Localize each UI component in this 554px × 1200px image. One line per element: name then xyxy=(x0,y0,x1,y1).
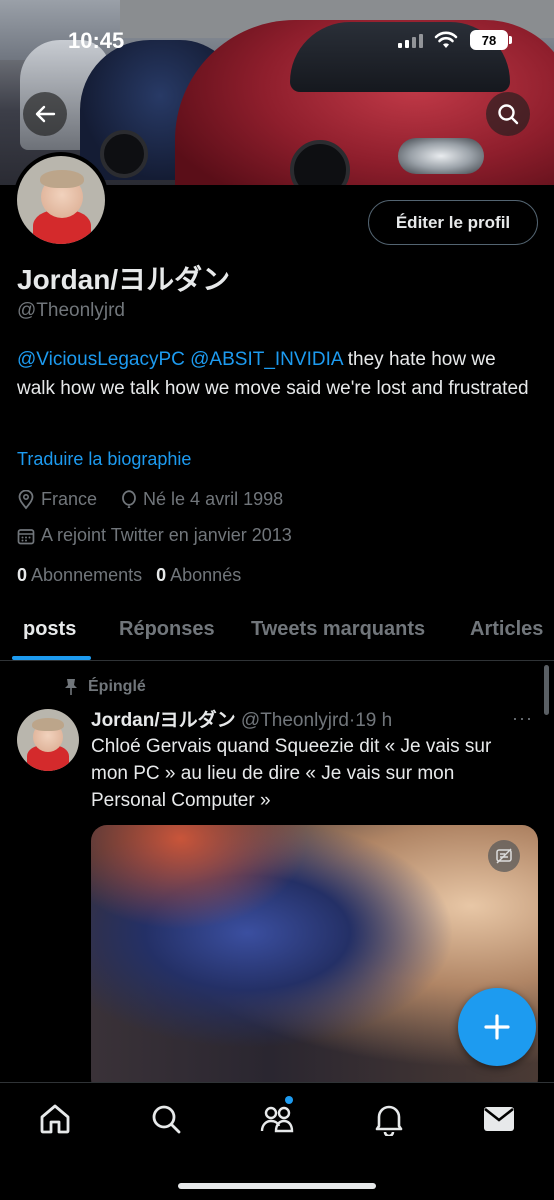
communities-icon xyxy=(260,1106,294,1133)
profile-avatar[interactable] xyxy=(13,152,109,248)
notifications-icon xyxy=(375,1105,403,1136)
following-count: 0 xyxy=(17,565,28,585)
tweet-header: Jordan/ヨルダン @Theonlyjrd·19 h xyxy=(91,705,392,732)
plus-icon xyxy=(484,1014,510,1040)
avatar-photo xyxy=(17,709,79,771)
arrow-left-icon xyxy=(35,105,56,123)
profile-handle: @Theonlyjrd xyxy=(17,300,125,321)
bio-mention-link[interactable]: @ABSIT_INVIDIA xyxy=(190,349,342,370)
location-text: France xyxy=(41,489,98,509)
battery-icon: 78 xyxy=(470,30,508,50)
profile-name: Jordan/ヨルダン xyxy=(17,264,231,295)
home-icon xyxy=(40,1104,70,1134)
tweet-author-avatar[interactable] xyxy=(17,709,79,771)
birthdate-text: Né le 4 avril 1998 xyxy=(143,489,284,509)
pin-icon xyxy=(65,679,77,695)
following-label: Abonnements xyxy=(31,565,143,585)
following-link[interactable]: 0 Abonnements xyxy=(17,565,142,586)
banner-wheel xyxy=(100,130,148,178)
profile-meta-row: France Né le 4 avril 1998 xyxy=(17,489,283,510)
pinned-text: Épinglé xyxy=(88,678,146,695)
birthdate-item: Né le 4 avril 1998 xyxy=(121,489,283,510)
translate-bio-link[interactable]: Traduire la biographie xyxy=(17,449,191,470)
follow-stats: 0 Abonnements 0 Abonnés xyxy=(17,565,241,586)
nav-search-button[interactable] xyxy=(148,1101,184,1137)
communities-notification-dot xyxy=(285,1096,293,1104)
search-button[interactable] xyxy=(486,92,530,136)
banner-headlight xyxy=(398,138,484,174)
nav-home-button[interactable] xyxy=(37,1101,73,1137)
scrollbar[interactable] xyxy=(544,665,549,715)
active-tab-indicator xyxy=(12,656,91,660)
tab-highlights[interactable]: Tweets marquants xyxy=(251,618,425,641)
status-bar: 10:45 78 xyxy=(0,26,554,56)
nav-notifications-button[interactable] xyxy=(371,1101,407,1137)
tweet-text: Chloé Gervais quand Squeezie dit « Je va… xyxy=(91,736,492,811)
joined-item: A rejoint Twitter en janvier 2013 xyxy=(17,525,292,546)
followers-count: 0 xyxy=(156,565,167,585)
battery-tip xyxy=(509,36,512,44)
profile-tabs: posts Réponses Tweets marquants Articles xyxy=(0,600,554,661)
status-time: 10:45 xyxy=(68,28,125,53)
search-icon xyxy=(498,104,519,125)
home-indicator[interactable] xyxy=(178,1183,376,1189)
balloon-icon xyxy=(122,489,136,508)
bio-mention-link[interactable]: @ViciousLegacyPC xyxy=(17,349,185,370)
messages-icon xyxy=(484,1107,514,1131)
cellular-signal-icon xyxy=(398,34,423,48)
wifi-icon xyxy=(434,30,458,55)
location-pin-icon xyxy=(18,489,34,509)
avatar-photo xyxy=(17,156,105,244)
tweet-more-button[interactable]: ··· xyxy=(512,708,533,729)
calendar-icon xyxy=(17,528,35,544)
tweet-author-handle[interactable]: @Theonlyjrd xyxy=(241,710,349,731)
nav-communities-button[interactable] xyxy=(259,1101,295,1137)
pinned-label: Épinglé xyxy=(64,678,146,696)
followers-link[interactable]: 0 Abonnés xyxy=(156,565,241,586)
tab-articles[interactable]: Articles xyxy=(470,618,543,641)
back-button[interactable] xyxy=(23,92,67,136)
followers-label: Abonnés xyxy=(170,565,242,585)
media-sensitive-icon[interactable] xyxy=(488,840,520,872)
joined-row: A rejoint Twitter en janvier 2013 xyxy=(17,525,292,546)
joined-text: A rejoint Twitter en janvier 2013 xyxy=(41,525,292,545)
profile-bio: @ViciousLegacyPC @ABSIT_INVIDIA they hat… xyxy=(17,345,537,403)
tab-replies[interactable]: Réponses xyxy=(119,618,215,641)
edit-profile-button[interactable]: Éditer le profil xyxy=(368,200,538,245)
tab-posts[interactable]: posts xyxy=(23,618,76,641)
tweet-time: 19 h xyxy=(355,710,393,731)
location-item: France xyxy=(17,489,97,510)
tweet-author-name[interactable]: Jordan/ヨルダン xyxy=(91,710,236,731)
nav-messages-button[interactable] xyxy=(481,1101,517,1137)
compose-button[interactable] xyxy=(458,988,536,1066)
search-icon xyxy=(152,1105,181,1134)
